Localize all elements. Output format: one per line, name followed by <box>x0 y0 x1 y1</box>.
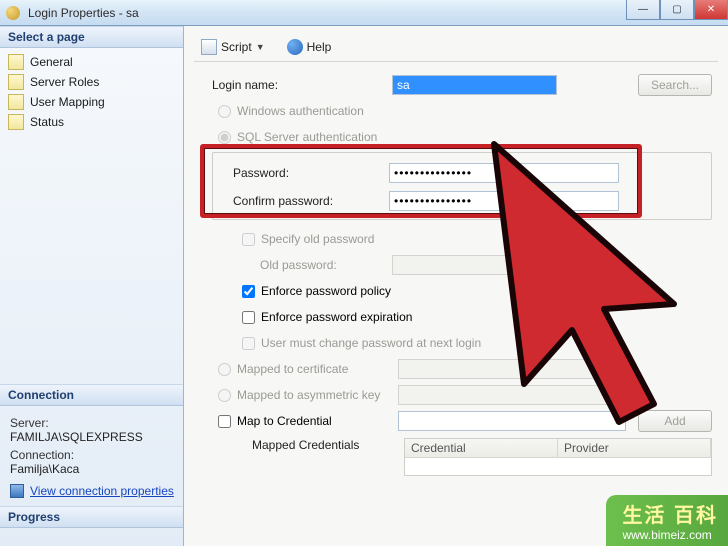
confirm-password-input[interactable] <box>389 191 619 211</box>
mapped-asym-label: Mapped to asymmetric key <box>237 388 380 402</box>
chevron-down-icon: ▼ <box>614 364 623 374</box>
sidebar-item-label: Status <box>30 115 64 129</box>
client-area: Select a page General Server Roles User … <box>0 26 728 546</box>
page-nav: General Server Roles User Mapping Status <box>0 48 183 142</box>
server-value: FAMILJA\SQLEXPRESS <box>10 430 175 444</box>
password-input[interactable] <box>389 163 619 183</box>
confirm-password-label: Confirm password: <box>221 194 389 208</box>
old-password-label: Old password: <box>212 258 392 272</box>
must-change-checkbox <box>242 337 255 350</box>
enforce-policy-check[interactable]: Enforce password policy <box>212 284 391 298</box>
login-name-input[interactable] <box>392 75 557 95</box>
connection-value: Familja\Kaca <box>10 462 175 476</box>
enforce-expiry-check[interactable]: Enforce password expiration <box>212 310 412 324</box>
page-icon <box>8 74 24 90</box>
enforce-policy-label: Enforce password policy <box>261 284 391 298</box>
map-credential-checkbox[interactable] <box>218 415 231 428</box>
enforce-policy-checkbox[interactable] <box>242 285 255 298</box>
sql-auth-radio-input <box>218 131 231 144</box>
minimize-button[interactable]: — <box>626 0 660 20</box>
must-change-label: User must change password at next login <box>261 336 481 350</box>
add-button[interactable]: Add <box>638 410 712 432</box>
connection-label: Connection: <box>10 448 175 462</box>
password-group: Password: Confirm password: <box>212 152 712 220</box>
view-connection-properties-label: View connection properties <box>30 484 174 498</box>
grid-col-credential: Credential <box>405 439 558 457</box>
windows-auth-label: Windows authentication <box>237 104 364 118</box>
login-name-label: Login name: <box>212 78 392 92</box>
mapped-cert-radio: Mapped to certificate <box>212 362 398 376</box>
link-icon <box>10 484 24 498</box>
connection-section: Server: FAMILJA\SQLEXPRESS Connection: F… <box>0 406 183 506</box>
close-button[interactable]: ✕ <box>694 0 728 20</box>
windows-auth-radio-input <box>218 105 231 118</box>
page-icon <box>8 94 24 110</box>
enforce-expiry-label: Enforce password expiration <box>261 310 412 324</box>
titlebar: Login Properties - sa — ▢ ✕ <box>0 0 728 26</box>
old-password-input <box>392 255 622 275</box>
specify-old-password-check[interactable]: Specify old password <box>212 232 374 246</box>
connection-heading: Connection <box>0 384 183 406</box>
watermark-url: www.bimeiz.com <box>622 528 711 542</box>
map-credential-combo[interactable]: ▼ <box>398 411 626 431</box>
window-buttons: — ▢ ✕ <box>626 0 728 20</box>
chevron-down-icon: ▼ <box>256 42 265 52</box>
specify-old-password-label: Specify old password <box>261 232 374 246</box>
chevron-down-icon: ▼ <box>612 416 621 426</box>
sidebar-item-status[interactable]: Status <box>6 112 179 132</box>
sidebar-item-general[interactable]: General <box>6 52 179 72</box>
password-label: Password: <box>221 166 389 180</box>
specify-old-password-checkbox <box>242 233 255 246</box>
mapped-credentials-label: Mapped Credentials <box>212 438 404 452</box>
mapped-cert-label: Mapped to certificate <box>237 362 348 376</box>
window-icon <box>6 6 20 20</box>
chevron-down-icon: ▼ <box>614 390 623 400</box>
mapped-asym-radio-input <box>218 389 231 402</box>
grid-header: Credential Provider <box>405 439 711 458</box>
sidebar-item-label: User Mapping <box>30 95 105 109</box>
content-pane: Script ▼ Help Login name: Search... Wind… <box>184 26 728 546</box>
mapped-asym-combo: ▼ <box>398 385 628 405</box>
script-label: Script <box>221 40 252 54</box>
mapped-asym-radio: Mapped to asymmetric key <box>212 388 398 402</box>
help-button[interactable]: Help <box>280 36 339 58</box>
mapped-cert-combo: ▼ <box>398 359 628 379</box>
mapped-credentials-grid[interactable]: Credential Provider <box>404 438 712 476</box>
search-button[interactable]: Search... <box>638 74 712 96</box>
enforce-expiry-checkbox[interactable] <box>242 311 255 324</box>
sidebar: Select a page General Server Roles User … <box>0 26 184 546</box>
must-change-check: User must change password at next login <box>212 336 481 350</box>
page-icon <box>8 114 24 130</box>
script-icon <box>201 39 217 55</box>
grid-col-provider: Provider <box>558 439 711 457</box>
mapped-cert-radio-input <box>218 363 231 376</box>
sidebar-item-label: General <box>30 55 73 69</box>
page-icon <box>8 54 24 70</box>
watermark-text: 生活 百科 <box>622 499 718 528</box>
sql-auth-radio: SQL Server authentication <box>212 130 377 144</box>
sidebar-item-user-mapping[interactable]: User Mapping <box>6 92 179 112</box>
sidebar-item-server-roles[interactable]: Server Roles <box>6 72 179 92</box>
maximize-button[interactable]: ▢ <box>660 0 694 20</box>
sidebar-item-label: Server Roles <box>30 75 99 89</box>
windows-auth-radio: Windows authentication <box>212 104 364 118</box>
server-label: Server: <box>10 416 175 430</box>
sql-auth-label: SQL Server authentication <box>237 130 377 144</box>
help-label: Help <box>307 40 332 54</box>
login-form: Login name: Search... Windows authentica… <box>194 72 718 476</box>
map-credential-label: Map to Credential <box>237 414 332 428</box>
window-title: Login Properties - sa <box>28 6 139 20</box>
script-button[interactable]: Script ▼ <box>194 36 272 58</box>
toolbar: Script ▼ Help <box>194 32 718 62</box>
map-credential-check[interactable]: Map to Credential <box>212 414 398 428</box>
select-page-heading: Select a page <box>0 26 183 48</box>
watermark: 生活 百科 www.bimeiz.com <box>606 495 728 546</box>
view-connection-properties-link[interactable]: View connection properties <box>10 484 175 498</box>
progress-heading: Progress <box>0 506 183 528</box>
help-icon <box>287 39 303 55</box>
